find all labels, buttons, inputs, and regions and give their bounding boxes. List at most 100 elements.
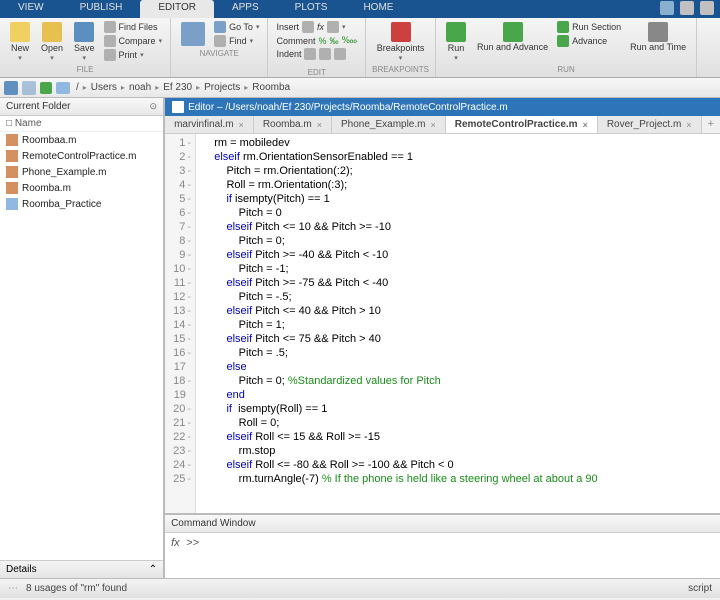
command-prompt[interactable]: fx >> bbox=[165, 533, 720, 552]
back-icon[interactable] bbox=[4, 81, 18, 95]
breadcrumb-item[interactable]: Users bbox=[89, 82, 119, 93]
editor-panel: Editor – /Users/noah/Ef 230/Projects/Roo… bbox=[165, 98, 720, 578]
matlab-file-icon bbox=[6, 166, 18, 178]
group-breakpoints: Breakpoints▾ BREAKPOINTS bbox=[366, 18, 436, 77]
close-icon[interactable]: × bbox=[430, 120, 435, 130]
breadcrumb[interactable]: / Users noah Ef 230 Projects Roomba bbox=[74, 82, 292, 93]
save-button[interactable]: Save▾ bbox=[70, 20, 99, 64]
doc-tab[interactable]: Rover_Project.m× bbox=[598, 116, 702, 133]
group-file: New▾ Open▾ Save▾ Find Files Compare▾ Pri… bbox=[0, 18, 171, 77]
redo-icon[interactable] bbox=[700, 1, 714, 15]
forward-icon[interactable] bbox=[22, 81, 36, 95]
group-bp-label: BREAKPOINTS bbox=[372, 64, 429, 74]
group-edit-label: EDIT bbox=[274, 67, 359, 77]
line-gutter[interactable]: 1-2-3-4-5-6-7-8-9-10-11-12-13-14-15-16-1… bbox=[165, 134, 196, 513]
compare-icon bbox=[104, 35, 116, 47]
new-icon bbox=[10, 22, 30, 42]
file-list-header[interactable]: □ Name bbox=[0, 116, 163, 132]
file-item[interactable]: Roomba.m bbox=[0, 180, 163, 196]
close-icon[interactable]: × bbox=[239, 120, 244, 130]
group-nav-label: NAVIGATE bbox=[177, 48, 261, 58]
comment-button[interactable]: Comment % ‰ ‱ bbox=[274, 34, 359, 47]
command-window: Command Window fx >> bbox=[165, 513, 720, 578]
indent-button[interactable]: Indent bbox=[274, 47, 359, 61]
code-content[interactable]: rm = mobiledev elseif rm.OrientationSens… bbox=[196, 134, 604, 513]
address-bar: / Users noah Ef 230 Projects Roomba bbox=[0, 78, 720, 98]
doc-tab[interactable]: RemoteControlPractice.m× bbox=[446, 116, 598, 133]
add-tab-button[interactable]: + bbox=[702, 116, 720, 133]
goto-button[interactable]: Go To▾ bbox=[212, 20, 261, 34]
goto-icon bbox=[214, 21, 226, 33]
current-folder-panel: Current Folder⊙ □ Name Roombaa.mRemoteCo… bbox=[0, 98, 165, 578]
indent-icon bbox=[304, 48, 316, 60]
busy-indicator: ⋯ bbox=[8, 583, 18, 594]
run-icon bbox=[446, 22, 466, 42]
run-time-button[interactable]: Run and Time bbox=[626, 20, 690, 64]
compare-button[interactable]: Compare▾ bbox=[102, 34, 165, 48]
breakpoint-icon bbox=[391, 22, 411, 42]
navigate-icon bbox=[181, 22, 205, 46]
advance-button[interactable]: Advance bbox=[555, 34, 623, 48]
folder-icon[interactable] bbox=[56, 82, 70, 94]
find-icon bbox=[214, 35, 226, 47]
doc-tab[interactable]: marvinfinal.m× bbox=[165, 116, 254, 133]
file-item[interactable]: RemoteControlPractice.m bbox=[0, 148, 163, 164]
toolstrip-tab-editor[interactable]: EDITOR bbox=[140, 0, 214, 18]
breadcrumb-item[interactable]: noah bbox=[127, 82, 153, 93]
open-button[interactable]: Open▾ bbox=[37, 20, 67, 64]
breadcrumb-item[interactable]: Projects bbox=[202, 82, 242, 93]
file-item[interactable]: Roombaa.m bbox=[0, 132, 163, 148]
details-bar[interactable]: Details⌃ bbox=[0, 560, 163, 578]
toolstrip-quickaccess bbox=[654, 0, 720, 18]
run-advance-button[interactable]: Run and Advance bbox=[473, 20, 552, 64]
toolstrip-tabs: VIEWPUBLISHEDITORAPPSPLOTSHOME bbox=[0, 0, 720, 18]
insert-icon bbox=[327, 21, 339, 33]
run-section-button[interactable]: Run Section bbox=[555, 20, 623, 34]
breadcrumb-item[interactable]: Roomba bbox=[250, 82, 292, 93]
insert-section-icon bbox=[302, 21, 314, 33]
collapse-icon[interactable]: ⊙ bbox=[150, 101, 158, 112]
current-folder-title: Current Folder⊙ bbox=[0, 98, 163, 116]
save-icon[interactable] bbox=[660, 1, 674, 15]
up-icon[interactable] bbox=[40, 82, 52, 94]
nav-icon-button[interactable] bbox=[177, 20, 209, 48]
matlab-file-icon bbox=[6, 150, 18, 162]
document-tabs: marvinfinal.m×Roomba.m×Phone_Example.m×R… bbox=[165, 116, 720, 134]
folder-icon bbox=[6, 198, 18, 210]
undo-icon[interactable] bbox=[680, 1, 694, 15]
new-button[interactable]: New▾ bbox=[6, 20, 34, 64]
toolstrip-tab-publish[interactable]: PUBLISH bbox=[62, 0, 141, 18]
find-button[interactable]: Find▾ bbox=[212, 34, 261, 48]
print-button[interactable]: Print▾ bbox=[102, 48, 165, 62]
status-bar: ⋯ 8 usages of "rm" found script bbox=[0, 578, 720, 598]
toolstrip-tab-home[interactable]: HOME bbox=[345, 0, 411, 18]
run-time-icon bbox=[648, 22, 668, 42]
doc-tab[interactable]: Roomba.m× bbox=[254, 116, 332, 133]
breadcrumb-item[interactable]: Ef 230 bbox=[161, 82, 194, 93]
close-icon[interactable]: × bbox=[686, 120, 691, 130]
file-item[interactable]: Roomba_Practice bbox=[0, 196, 163, 212]
insert-button[interactable]: Insert fx ▾ bbox=[274, 20, 359, 34]
group-edit: Insert fx ▾ Comment % ‰ ‱ Indent EDIT bbox=[268, 18, 366, 77]
status-mode: script bbox=[688, 583, 712, 594]
run-section-icon bbox=[557, 21, 569, 33]
toolstrip-tab-apps[interactable]: APPS bbox=[214, 0, 277, 18]
group-run-label: RUN bbox=[442, 64, 690, 74]
toolstrip-tab-view[interactable]: VIEW bbox=[0, 0, 62, 18]
file-list: Roombaa.mRemoteControlPractice.mPhone_Ex… bbox=[0, 132, 163, 560]
editor-icon bbox=[172, 101, 184, 113]
doc-tab[interactable]: Phone_Example.m× bbox=[332, 116, 446, 133]
toolstrip: New▾ Open▾ Save▾ Find Files Compare▾ Pri… bbox=[0, 18, 720, 78]
breadcrumb-item[interactable]: / bbox=[74, 82, 81, 93]
save-icon bbox=[74, 22, 94, 42]
code-editor[interactable]: 1-2-3-4-5-6-7-8-9-10-11-12-13-14-15-16-1… bbox=[165, 134, 720, 513]
toolstrip-tab-plots[interactable]: PLOTS bbox=[277, 0, 346, 18]
findfiles-button[interactable]: Find Files bbox=[102, 20, 165, 34]
smart-indent-icon bbox=[334, 48, 346, 60]
run-advance-icon bbox=[503, 22, 523, 42]
breakpoints-button[interactable]: Breakpoints▾ bbox=[372, 20, 429, 64]
close-icon[interactable]: × bbox=[583, 120, 588, 130]
file-item[interactable]: Phone_Example.m bbox=[0, 164, 163, 180]
close-icon[interactable]: × bbox=[317, 120, 322, 130]
run-button[interactable]: Run▾ bbox=[442, 20, 470, 64]
